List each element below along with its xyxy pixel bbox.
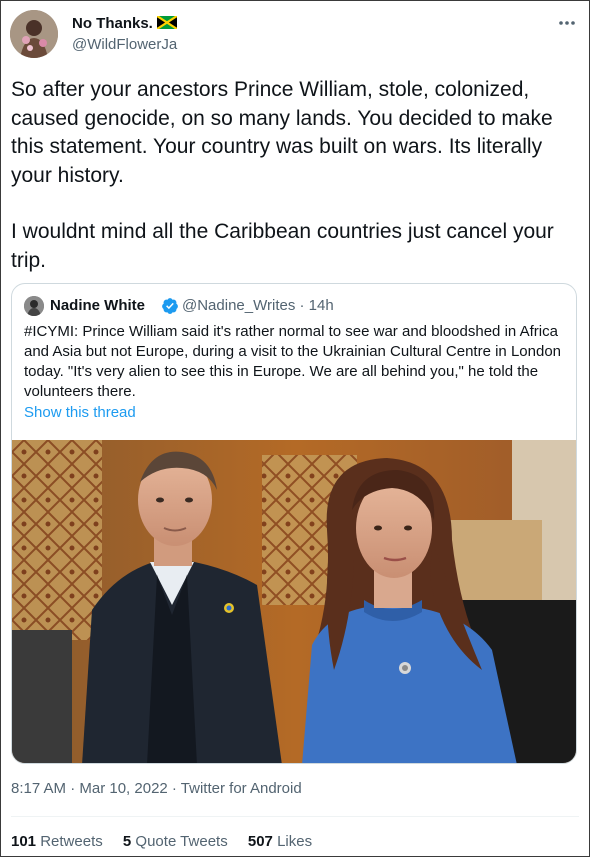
quote-tweets-label: Quote Tweets <box>135 833 228 850</box>
retweets-stat[interactable]: 101 Retweets <box>11 833 103 850</box>
jamaica-flag-icon <box>156 16 177 29</box>
retweets-label: Retweets <box>40 833 103 850</box>
tweet-paragraph: I wouldnt mind all the Caribbean countri… <box>11 220 554 272</box>
quoted-author-name: Nadine White <box>50 297 146 314</box>
tweet-body: So after your ancestors Prince William, … <box>11 76 583 275</box>
quoted-tweet-card[interactable]: Nadine White @Nadine_Writes · 14h #ICYMI… <box>11 283 577 764</box>
show-thread-link[interactable]: Show this thread <box>24 404 136 421</box>
stats-divider <box>11 816 579 817</box>
tweet-timestamp[interactable]: 8:17 AM · Mar 10, 2022 · Twitter for And… <box>11 780 302 797</box>
verified-badge-icon <box>162 298 178 314</box>
retweets-count: 101 <box>11 833 37 850</box>
quoted-tweet-photo[interactable] <box>12 440 576 763</box>
author-avatar[interactable] <box>10 10 58 58</box>
quoted-tweet-text: #ICYMI: Prince William said it's rather … <box>24 323 561 400</box>
tweet-paragraph: So after your ancestors Prince William, … <box>11 78 553 187</box>
tweet-stats: 101 Retweets 5 Quote Tweets 507 Likes <box>11 833 328 850</box>
likes-label: Likes <box>277 833 313 850</box>
author-handle[interactable]: @WildFlowerJa <box>72 36 177 53</box>
quote-tweets-count: 5 <box>122 833 132 850</box>
quote-tweets-stat[interactable]: 5 Quote Tweets <box>123 833 228 850</box>
quoted-author-handle-time: @Nadine_Writes · 14h <box>182 297 334 314</box>
quoted-author-avatar <box>24 296 44 316</box>
display-name-text: No Thanks. <box>72 15 153 32</box>
tweet-header: No Thanks. @WildFlowerJa <box>10 10 580 60</box>
likes-count: 507 <box>247 833 273 850</box>
likes-stat[interactable]: 507 Likes <box>248 833 312 850</box>
author-display-name[interactable]: No Thanks. <box>72 15 177 32</box>
more-options-icon[interactable] <box>556 12 578 34</box>
